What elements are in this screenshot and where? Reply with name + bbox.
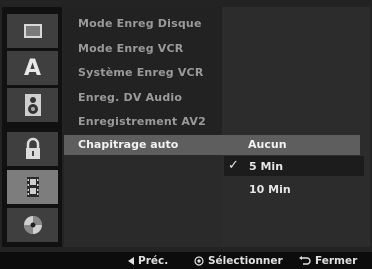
option-5-min[interactable]: 5 Min (249, 160, 283, 173)
menu-item-av2-recording[interactable]: Enregistrement AV2 (78, 115, 206, 128)
menu-item-auto-chapter[interactable]: Chapitrage auto (78, 138, 178, 151)
film-strip-icon[interactable] (7, 170, 58, 204)
close-label: Fermer (315, 255, 358, 267)
option-10-min[interactable]: 10 Min (249, 183, 291, 196)
selected-option-row[interactable] (224, 156, 364, 176)
menu-item-vcr-record-mode[interactable]: Mode Enreg VCR (78, 42, 183, 55)
options-panel (222, 7, 370, 247)
check-icon: ✓ (228, 158, 239, 173)
enter-button-icon (194, 256, 204, 266)
select-label: Sélectionner (208, 255, 283, 267)
left-arrow-icon (128, 257, 134, 265)
lock-icon[interactable] (7, 132, 58, 166)
select-hint: Sélectionner (194, 255, 283, 267)
menu-item-disc-record-mode[interactable]: Mode Enreg Disque (78, 17, 202, 30)
close-hint: Fermer (299, 255, 357, 267)
disc-icon[interactable] (7, 208, 58, 242)
return-icon (299, 256, 311, 265)
menu-item-dv-audio[interactable]: Enreg. DV Audio (78, 91, 182, 104)
speaker-icon[interactable] (7, 88, 58, 122)
disc-panel-icon[interactable] (7, 14, 58, 48)
prev-hint: Préc. (128, 255, 168, 267)
language-a-icon[interactable]: A (7, 51, 58, 85)
current-value: Aucun (248, 138, 287, 151)
menu-item-vcr-record-system[interactable]: Système Enreg VCR (78, 66, 204, 79)
menu-empty-area (64, 155, 222, 247)
prev-label: Préc. (138, 255, 169, 267)
